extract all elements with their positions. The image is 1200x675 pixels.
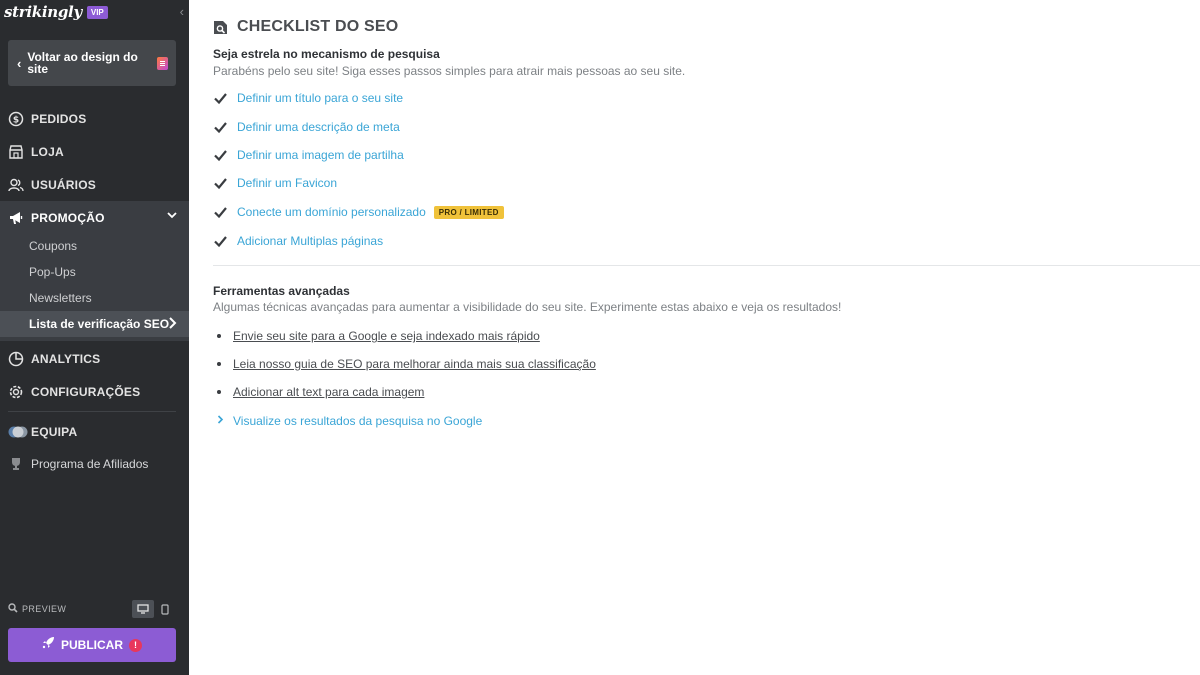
brand-row: strikingly VIP ‹ [4, 2, 186, 22]
publish-button[interactable]: PUBLICAR ! [8, 628, 176, 662]
checklist-label[interactable]: Definir um título para o seu site [237, 91, 403, 105]
users-icon [8, 177, 24, 193]
google-preview-link[interactable]: Visualize os resultados da pesquisa no G… [233, 414, 482, 428]
back-to-design-label: Voltar ao design do site [27, 50, 138, 76]
nav-item-pedidos[interactable]: $ PEDIDOS [0, 102, 189, 135]
section-description: Algumas técnicas avançadas para aumentar… [213, 300, 842, 314]
subnav-item-seo-checklist[interactable]: Lista de verificação SEO [0, 311, 189, 337]
checklist-item[interactable]: Definir uma imagem de partilha [213, 146, 404, 164]
seo-search-icon [213, 20, 228, 35]
svg-text:$: $ [13, 115, 19, 125]
nav-item-equipa[interactable]: EQUIPA [0, 415, 189, 448]
sidebar: strikingly VIP ‹ ‹ Voltar ao design do s… [0, 0, 189, 675]
checklist-item[interactable]: Definir um Favicon [213, 174, 337, 192]
nav-label: ANALYTICS [31, 351, 101, 366]
chevron-right-icon [168, 317, 177, 332]
megaphone-icon [8, 210, 24, 226]
store-icon [8, 144, 24, 160]
search-icon [8, 600, 18, 618]
dollar-circle-icon: $ [8, 111, 24, 127]
section-description: Parabéns pelo seu site! Siga esses passo… [213, 64, 686, 78]
bullet [217, 334, 221, 338]
tool-link[interactable]: Envie seu site para a Google e seja inde… [233, 329, 540, 343]
subnav-item-coupons[interactable]: Coupons [0, 233, 189, 259]
tool-item[interactable]: Adicionar alt text para cada imagem [217, 383, 424, 401]
tool-item[interactable]: Envie seu site para a Google e seja inde… [217, 327, 540, 345]
team-icon [8, 424, 28, 440]
checkmark-icon[interactable] [213, 176, 228, 191]
pie-chart-icon [8, 351, 24, 367]
chevron-down-icon [167, 210, 177, 223]
google-preview-toggle[interactable]: Visualize os resultados da pesquisa no G… [217, 412, 482, 430]
main-content: CHECKLIST DO SEO Seja estrela no mecanis… [189, 0, 1200, 675]
pro-limited-badge: PRO / LIMITED [433, 205, 504, 219]
subnav-item-popups[interactable]: Pop-Ups [0, 259, 189, 285]
checkmark-icon[interactable] [213, 148, 228, 163]
checkmark-icon[interactable] [213, 234, 228, 249]
nav-label: EQUIPA [31, 424, 78, 439]
subnav-item-newsletters[interactable]: Newsletters [0, 285, 189, 311]
checklist-label[interactable]: Definir uma imagem de partilha [237, 148, 404, 162]
checklist-label[interactable]: Conecte um domínio personalizado [237, 205, 426, 219]
checklist-label[interactable]: Definir uma descrição de meta [237, 120, 400, 134]
nav-item-loja[interactable]: LOJA [0, 135, 189, 168]
nav-item-promocao[interactable]: PROMOÇÃO [0, 201, 189, 234]
sidebar-divider [8, 411, 176, 412]
nav-label: CONFIGURAÇÕES [31, 384, 141, 399]
chevron-right-icon [217, 415, 224, 427]
rocket-icon [42, 636, 55, 654]
chevron-left-icon: ‹ [17, 55, 22, 71]
nav-item-usuarios[interactable]: USUÁRIOS [0, 168, 189, 201]
tool-link[interactable]: Leia nosso guia de SEO para melhorar ain… [233, 357, 596, 371]
checkmark-icon[interactable] [213, 91, 228, 106]
checklist-label[interactable]: Adicionar Multiplas páginas [237, 234, 383, 248]
checklist-item[interactable]: Definir um título para o seu site [213, 89, 403, 107]
nav-item-configuracoes[interactable]: CONFIGURAÇÕES [0, 375, 189, 408]
tool-link[interactable]: Adicionar alt text para cada imagem [233, 385, 424, 399]
publish-label: PUBLICAR [61, 638, 123, 652]
site-pages-icon [157, 56, 168, 70]
gear-icon [8, 384, 24, 400]
promo-submenu: Coupons Pop-Ups Newsletters Lista de ver… [0, 233, 189, 341]
nav-label: USUÁRIOS [31, 177, 96, 192]
section-heading: Ferramentas avançadas [213, 284, 350, 298]
vip-badge: VIP [86, 5, 108, 19]
section-divider [213, 265, 1200, 266]
page-header: CHECKLIST DO SEO [213, 18, 398, 36]
collapse-sidebar-icon[interactable]: ‹ [180, 4, 184, 19]
checklist-item[interactable]: Definir uma descrição de meta [213, 118, 400, 136]
nav-item-analytics[interactable]: ANALYTICS [0, 342, 189, 375]
affiliate-program-link[interactable]: Programa de Afiliados [8, 455, 148, 473]
checkmark-icon[interactable] [213, 205, 228, 220]
view-toggle [132, 600, 176, 618]
nav-label: LOJA [31, 144, 64, 159]
page-title: CHECKLIST DO SEO [237, 18, 399, 35]
preview-row: PREVIEW [8, 600, 176, 618]
affiliate-label: Programa de Afiliados [31, 457, 149, 471]
preview-label[interactable]: PREVIEW [22, 604, 66, 614]
trophy-icon [8, 456, 24, 472]
checklist-label[interactable]: Definir um Favicon [237, 176, 337, 190]
checkmark-icon[interactable] [213, 120, 228, 135]
section-heading: Seja estrela no mecanismo de pesquisa [213, 47, 440, 61]
nav-label: PEDIDOS [31, 111, 87, 126]
subnav-label: Lista de verificação SEO [29, 317, 170, 331]
bullet [217, 390, 221, 394]
alert-badge: ! [129, 638, 142, 652]
bullet [217, 362, 221, 366]
mobile-view-icon[interactable] [154, 600, 176, 618]
back-to-design-button[interactable]: ‹ Voltar ao design do site [8, 40, 176, 86]
strikingly-logo[interactable]: strikingly [4, 3, 82, 21]
tool-item[interactable]: Leia nosso guia de SEO para melhorar ain… [217, 355, 596, 373]
checklist-item[interactable]: Adicionar Multiplas páginas [213, 232, 383, 250]
nav-label: PROMOÇÃO [31, 210, 105, 225]
checklist-item[interactable]: Conecte um domínio personalizado PRO / L… [213, 203, 504, 221]
desktop-view-icon[interactable] [132, 600, 154, 618]
